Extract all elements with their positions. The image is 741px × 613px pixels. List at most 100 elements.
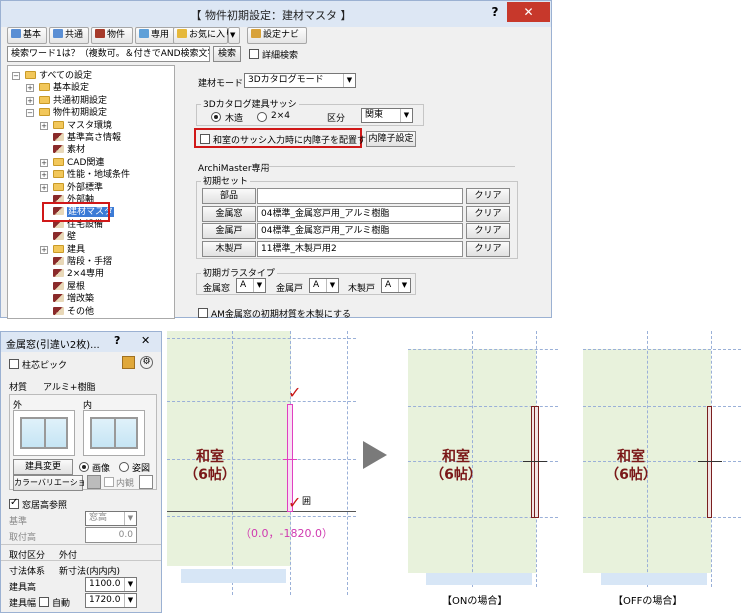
tree-item-label: 階段・手摺 [67,257,113,267]
toolbar-basic-button[interactable]: 基本 [7,27,47,44]
toolbar-dedicated-button[interactable]: 専用 [135,27,175,44]
tree-item[interactable]: 基準高さ情報 [53,132,121,144]
clear-button[interactable]: クリア [466,223,510,239]
tree-expander-icon[interactable]: + [40,183,48,192]
tree-expander-icon[interactable]: − [26,109,34,118]
favorites-dropdown-button[interactable]: ▼ [228,27,240,44]
doc-icon [53,269,64,278]
toolbar-settings-navi-button[interactable]: 設定ナビ [247,27,307,44]
pillar-pick-checkbox[interactable] [9,359,19,369]
close-button[interactable]: ✕ [507,2,550,22]
doc-icon [53,306,64,315]
tree-item[interactable]: 外部標準 [53,182,103,194]
off-caption: 【OFFの場合】 [613,596,683,607]
tree-item[interactable]: 屋根 [53,281,85,293]
install-height-input[interactable]: 0.0 [85,527,137,543]
glass-type-select[interactable]: A ▼ [309,278,339,293]
help-button[interactable]: ? [487,5,503,21]
tree-item[interactable]: 建具 [53,244,85,256]
initial-set-button[interactable]: 金属戸 [202,223,256,239]
search-input[interactable]: 検索ワード1は？（複数可。＆付きでAND検索文字） [7,46,210,62]
fitting-height-select[interactable]: 1100.0 ▼ [85,577,137,592]
tree-expander-icon[interactable]: + [26,84,34,93]
folder-icon [39,95,50,104]
color-swatch[interactable] [87,475,101,489]
initial-set-button[interactable]: 部品 [202,188,256,204]
toolbar-property-button[interactable]: 物件 [91,27,133,44]
clear-button[interactable]: クリア [466,240,510,257]
change-fitting-button[interactable]: 建具変更 [13,459,73,475]
tree-item[interactable]: 共通初期設定 [39,95,107,107]
inner-view-checkbox[interactable] [104,477,114,487]
pillar-pick-label: 柱芯ピック [22,361,68,371]
doc-icon [53,145,64,154]
tree-item[interactable]: 基本設定 [39,82,89,94]
inner-swatch[interactable] [139,475,153,489]
panel-title: 金属窓(引違い2枚)... [6,340,100,351]
settings-tree[interactable]: − すべての設定 + 基本設定 + 共通初期設定 − 物件初期設定 + マスタ環境 基準高さ情報 素材… [7,65,175,319]
tree-expander-icon[interactable]: + [26,96,34,105]
folder-icon [53,157,64,166]
navi-icon [251,29,261,38]
toolbar-common-button[interactable]: 共通 [49,27,89,44]
auto-width-checkbox[interactable] [39,597,49,607]
panel-help-button[interactable]: ? [114,334,120,347]
chevron-down-icon: ▼ [253,279,265,292]
search-button[interactable]: 検索 [213,46,241,62]
check-mark-icon-2: ✓ [288,493,302,512]
initial-set-button[interactable]: 木製戸 [202,240,256,257]
tree-expander-icon[interactable]: + [40,171,48,180]
plan-view-placing: 和室 （6帖） ✓ ✓ 囲 （0.0，-1820.0） [167,331,356,595]
category-select[interactable]: 関東 ▼ [361,108,413,123]
initial-set-button[interactable]: 金属窓 [202,205,256,222]
mode-label: 建材モード [198,79,244,89]
clear-button[interactable]: クリア [466,205,510,222]
tree-item[interactable]: 階段・手摺 [53,256,112,268]
book-icon[interactable] [122,356,135,369]
detail-search-checkbox[interactable] [249,49,259,59]
base-select[interactable]: 窓高 ▼ [85,511,137,526]
panel-close-button[interactable]: ✕ [141,334,150,347]
radio-wood[interactable] [211,112,221,122]
tree-item[interactable]: 2×4専用 [53,268,104,280]
sash-group-title: 3Dカタログ建具サッシ [201,97,299,110]
tree-item[interactable]: CAD関連 [53,157,104,169]
gear-icon[interactable]: ⚙ [140,356,153,369]
tree-item[interactable]: 物件初期設定 [39,107,107,119]
tree-item[interactable]: 性能・地域条件 [53,169,130,181]
tree-item[interactable]: 壁 [53,231,76,243]
radio-image[interactable] [79,462,89,472]
tree-item[interactable]: マスタ環境 [53,120,112,132]
tree-item[interactable]: その他 [53,306,94,318]
tree-expander-icon[interactable]: + [40,158,48,167]
glass-type-select[interactable]: A ▼ [236,278,266,293]
glass-type-value: A [385,280,392,290]
tree-item-label: 増改築 [67,294,95,305]
tree-item[interactable]: 素材 [53,144,85,156]
tree-item-label: 基準高さ情報 [67,133,122,143]
tree-item[interactable]: 増改築 [53,293,94,305]
tree-expander-icon[interactable]: + [40,245,48,254]
radio-2x4[interactable] [257,112,267,122]
install-height-label: 取付高 [9,533,37,543]
radio-shape[interactable] [119,462,129,472]
fitting-width-label: 建具幅 [9,599,37,609]
washitsu-shoji-checkbox[interactable] [200,134,210,144]
tree-item[interactable]: すべての設定 [25,70,92,82]
tree-expander-icon[interactable]: − [12,72,20,80]
toolbar-favorites-button[interactable]: お気に入り [173,27,234,44]
am-wood-checkbox[interactable] [198,308,208,318]
clear-button[interactable]: クリア [466,188,510,204]
fitting-width-select[interactable]: 1720.0 ▼ [85,593,137,608]
mode-select[interactable]: 3Dカタログモード ▼ [244,73,356,88]
folder-icon [39,108,50,117]
washitsu-shoji-label: 和室のサッシ入力時に内障子を配置する [213,136,376,146]
glass-type-select[interactable]: A ▼ [381,278,411,293]
tree-expander-icon[interactable]: + [40,121,48,130]
inner-shoji-button[interactable]: 内障子設定 [366,131,416,147]
toolbar-basic-label: 基本 [23,30,42,40]
chevron-down-icon: ▼ [124,594,136,607]
property-panel: 金属窓(引違い2枚)... ? ✕ 柱芯ピック ⚙ 材質 アルミ+樹脂 外 内 … [0,331,162,613]
sill-height-checkbox[interactable]: ✓ [9,497,19,509]
color-variation-button[interactable]: カラーバリエーション [13,475,94,491]
